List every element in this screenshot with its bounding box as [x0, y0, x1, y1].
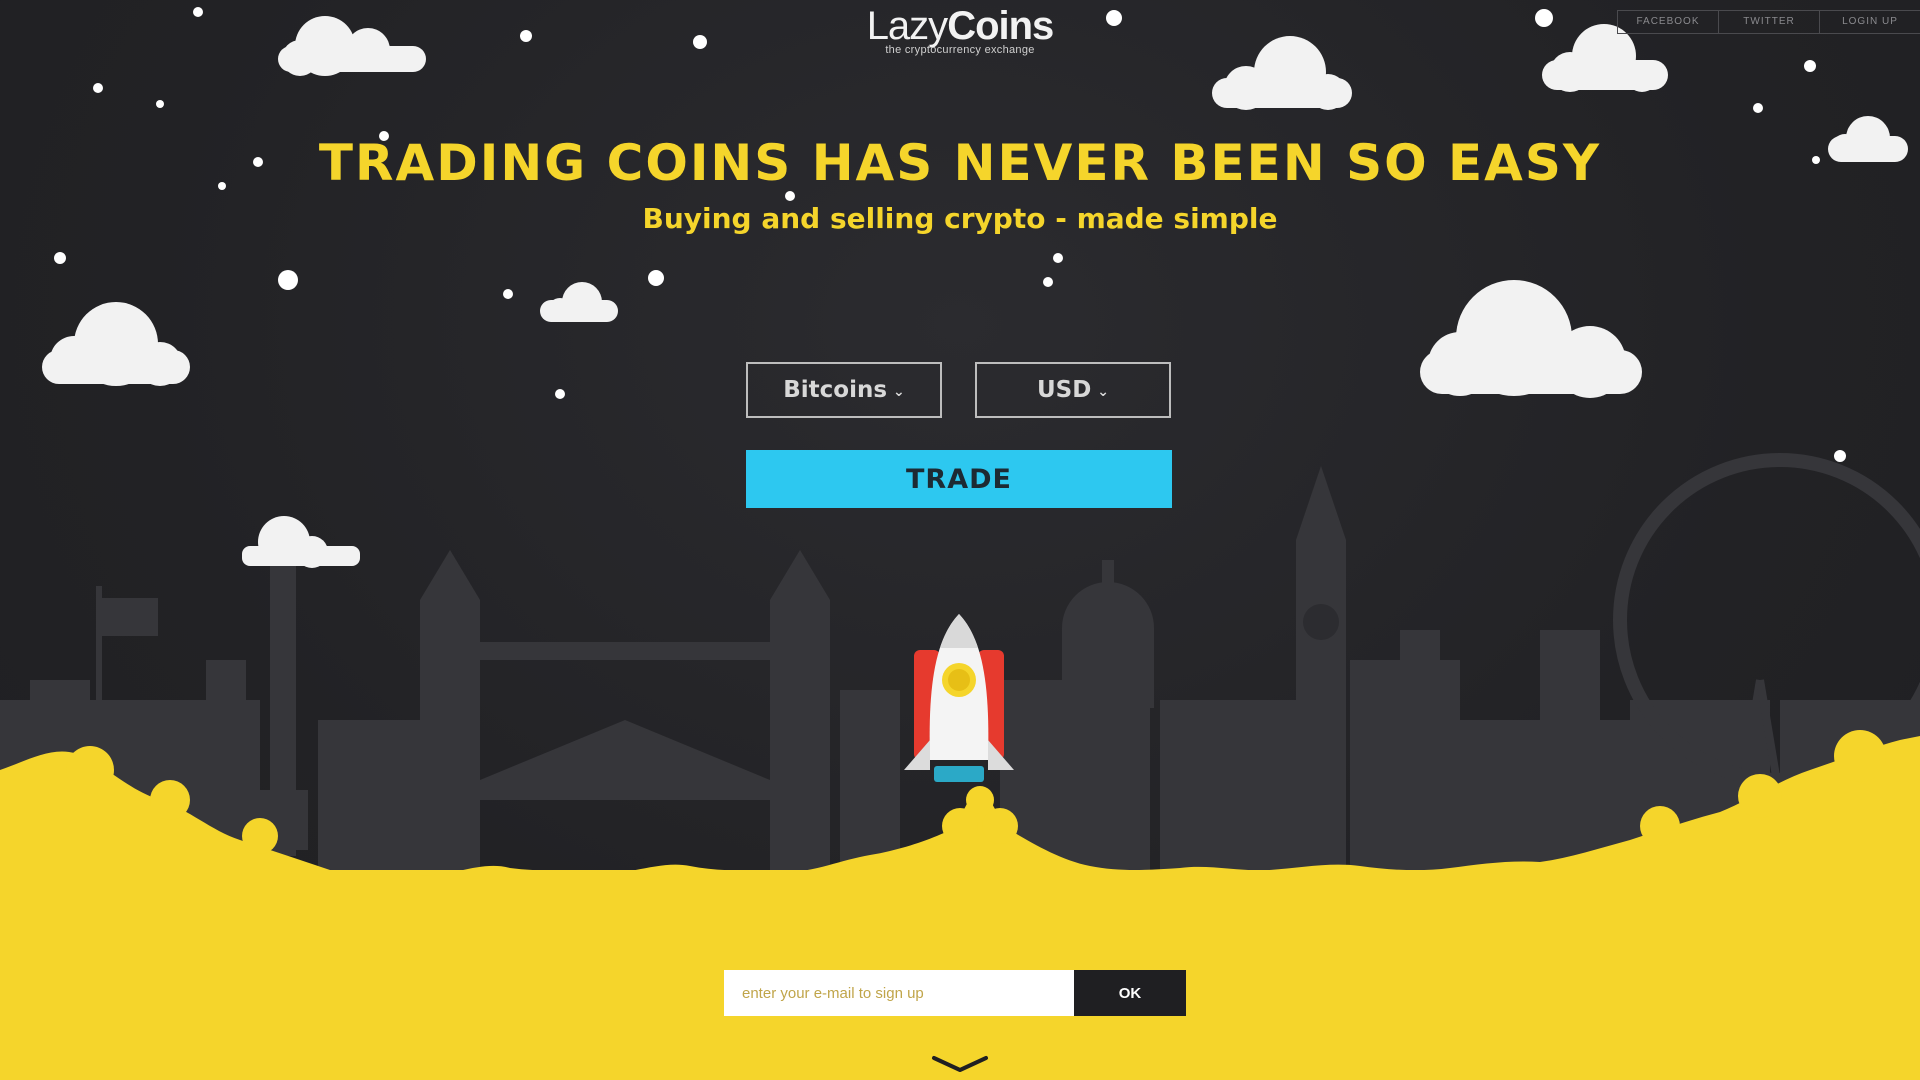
chevron-down-icon: ⌄ — [893, 384, 905, 400]
cloud-icon — [1212, 36, 1352, 110]
star-icon — [555, 389, 565, 399]
cloud-icon — [278, 16, 426, 76]
star-icon — [520, 30, 532, 42]
star-icon — [1535, 9, 1553, 27]
cloud-icon — [42, 302, 190, 386]
brand-name-bold: Coins — [947, 4, 1054, 48]
trade-button[interactable]: TRADE — [746, 450, 1172, 508]
twitter-link[interactable]: TWITTER — [1718, 10, 1819, 34]
hero-title: TRADING COINS HAS NEVER BEEN SO EASY — [318, 134, 1602, 192]
star-icon — [54, 252, 66, 264]
star-icon — [193, 7, 203, 17]
star-icon — [93, 83, 103, 93]
coin-select[interactable]: Bitcoins ⌄ — [746, 362, 942, 418]
brand-name-light: Lazy — [866, 4, 948, 48]
facebook-link[interactable]: FACEBOOK — [1617, 10, 1718, 34]
star-icon — [1753, 103, 1763, 113]
star-icon — [785, 191, 795, 201]
coin-select-value: Bitcoins — [783, 377, 888, 403]
signup-ok-button[interactable]: OK — [1074, 970, 1186, 1016]
star-icon — [1043, 277, 1053, 287]
brand-name: LazyCoins — [856, 4, 1064, 48]
brand-tagline: the cryptocurrency exchange — [885, 44, 1035, 56]
cloud-icon — [1420, 280, 1642, 398]
rocket-icon — [904, 614, 1014, 782]
landing-page: LazyCoins the cryptocurrency exchange FA… — [0, 0, 1920, 1080]
currency-select-value: USD — [1036, 377, 1092, 403]
cloud-icon — [540, 282, 618, 322]
currency-select[interactable]: USD ⌄ — [975, 362, 1171, 418]
star-icon — [1106, 10, 1122, 26]
brand-logo[interactable]: LazyCoins the cryptocurrency exchange — [856, 4, 1064, 56]
star-icon — [1053, 253, 1063, 263]
hero-subtitle: Buying and selling crypto - made simple — [642, 202, 1278, 235]
cloud-icon — [242, 516, 360, 568]
chevron-down-icon: ⌄ — [1097, 384, 1110, 400]
star-icon — [278, 270, 298, 290]
star-icon — [648, 270, 664, 286]
star-icon — [156, 100, 164, 108]
email-field[interactable] — [724, 970, 1074, 1016]
top-right-links: FACEBOOK TWITTER LOGIN UP — [1617, 10, 1920, 34]
star-icon — [693, 35, 707, 49]
star-icon — [1834, 450, 1846, 462]
star-icon — [503, 289, 513, 299]
login-link[interactable]: LOGIN UP — [1819, 10, 1920, 34]
cloud-icon — [1542, 24, 1668, 92]
signup-form: OK — [724, 970, 1186, 1016]
scroll-down-icon[interactable] — [930, 1054, 990, 1074]
star-icon — [1804, 60, 1816, 72]
